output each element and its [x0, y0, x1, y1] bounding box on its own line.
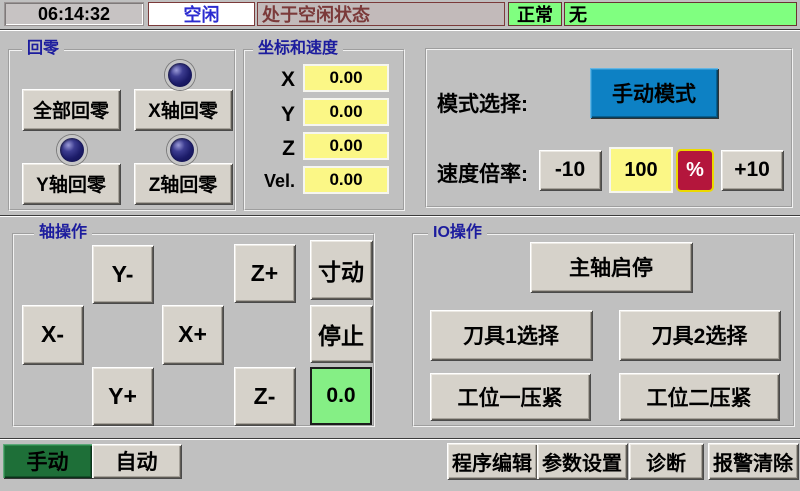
mode-group: 模式选择: 手动模式 速度倍率: -10 100 % +10 [425, 48, 793, 208]
percent-unit-badge: % [676, 149, 714, 192]
jog-x-minus-button[interactable]: X- [22, 305, 83, 364]
velocity-display: 0.00 [303, 166, 389, 194]
tool1-select-button[interactable]: 刀具1选择 [430, 310, 592, 360]
jog-z-plus-button[interactable]: Z+ [234, 244, 295, 302]
middle-divider [0, 215, 800, 217]
y-position-display: 0.00 [303, 98, 389, 126]
bottom-divider [0, 438, 800, 440]
parameter-settings-button[interactable]: 参数设置 [537, 443, 627, 479]
io-ops-group: IO操作 主轴启停 刀具1选择 刀具2选择 工位一压紧 工位二压紧 [412, 233, 795, 427]
home-z-button[interactable]: Z轴回零 [134, 163, 232, 204]
coords-group: 坐标和速度 X 0.00 Y 0.00 Z 0.00 Vel. 0.00 [243, 49, 405, 211]
machine-state-display: 空闲 [148, 2, 255, 26]
program-edit-button[interactable]: 程序编辑 [447, 443, 537, 479]
home-y-button[interactable]: Y轴回零 [22, 163, 120, 204]
jog-step-value-field[interactable]: 0.0 [310, 367, 372, 425]
station1-clamp-button[interactable]: 工位一压紧 [430, 373, 590, 420]
stop-button[interactable]: 停止 [310, 305, 372, 362]
alarm-state-display: 正常 [508, 2, 562, 26]
alarm-clear-button[interactable]: 报警清除 [708, 443, 798, 479]
home-all-button[interactable]: 全部回零 [22, 89, 120, 130]
z-axis-label: Z [245, 137, 295, 161]
coords-group-title: 坐标和速度 [253, 40, 343, 58]
top-divider [0, 29, 800, 31]
homing-group-title: 回零 [22, 40, 64, 58]
homing-group: 回零 全部回零 X轴回零 Y轴回零 Z轴回零 [8, 49, 236, 211]
station2-clamp-button[interactable]: 工位二压紧 [619, 373, 779, 420]
mode-select-label: 模式选择: [437, 88, 528, 118]
jog-z-minus-button[interactable]: Z- [234, 367, 295, 425]
manual-mode-tab[interactable]: 手动 [3, 444, 92, 478]
axis-ops-group-title: 轴操作 [34, 224, 92, 242]
speed-override-label: 速度倍率: [437, 158, 528, 188]
velocity-label: Vel. [245, 171, 295, 192]
io-ops-group-title: IO操作 [428, 224, 487, 242]
axis-ops-group: 轴操作 Y- Z+ 寸动 X- X+ 停止 Y+ Z- 0.0 [12, 233, 375, 427]
diagnostics-button[interactable]: 诊断 [629, 443, 703, 479]
z-position-display: 0.00 [303, 132, 389, 160]
jog-mode-button[interactable]: 寸动 [310, 240, 372, 299]
spindle-start-stop-button[interactable]: 主轴启停 [530, 242, 692, 292]
auto-mode-tab[interactable]: 自动 [92, 444, 181, 478]
clock-display: 06:14:32 [4, 2, 144, 26]
jog-y-plus-button[interactable]: Y+ [92, 367, 153, 425]
jog-x-plus-button[interactable]: X+ [162, 305, 223, 364]
y-home-led-icon [57, 135, 87, 165]
jog-y-minus-button[interactable]: Y- [92, 245, 153, 303]
x-position-display: 0.00 [303, 64, 389, 92]
override-decrease-button[interactable]: -10 [539, 150, 601, 190]
mode-button[interactable]: 手动模式 [590, 68, 718, 118]
home-x-button[interactable]: X轴回零 [134, 89, 232, 130]
override-value-field[interactable]: 100 [609, 147, 673, 193]
hmi-screen: 06:14:32 空闲 处于空闲状态 正常 无 回零 全部回零 X轴回零 Y轴回… [0, 0, 800, 491]
x-axis-label: X [245, 68, 295, 92]
state-message-display: 处于空闲状态 [257, 2, 505, 26]
tool2-select-button[interactable]: 刀具2选择 [619, 310, 780, 360]
z-home-led-icon [167, 135, 197, 165]
x-home-led-icon [165, 60, 195, 90]
alarm-message-display: 无 [564, 2, 797, 26]
override-increase-button[interactable]: +10 [721, 150, 783, 190]
y-axis-label: Y [245, 103, 295, 127]
